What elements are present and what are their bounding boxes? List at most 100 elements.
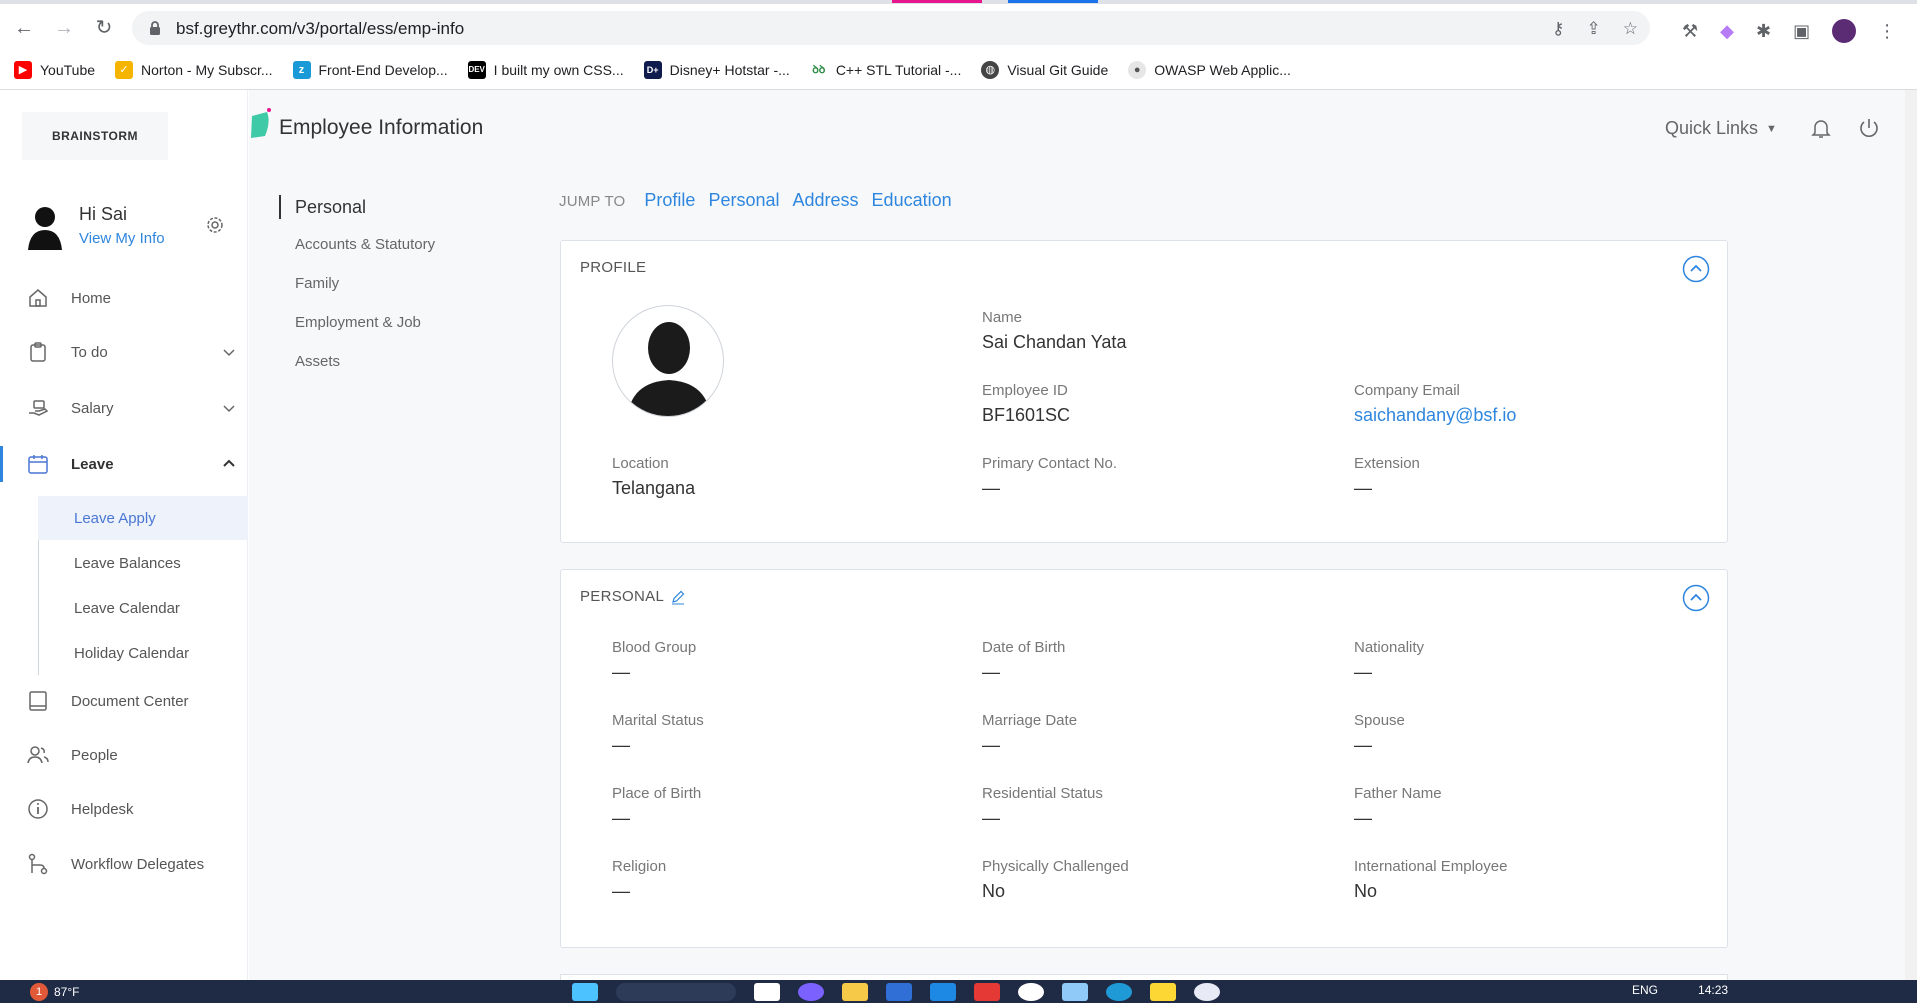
hotstar-icon: D+ [643,60,662,79]
user-silhouette-icon [627,322,711,416]
back-icon[interactable]: ← [12,16,36,40]
extension-color-icon[interactable]: ◆ [1720,21,1734,42]
taskbar-app-icon[interactable] [1194,983,1220,1001]
bell-icon[interactable] [1809,116,1833,140]
jump-link-personal[interactable]: Personal [708,190,779,211]
taskbar-app-icon[interactable] [886,983,912,1001]
sidebar-subitem-holiday-calendar[interactable]: Holiday Calendar [38,631,248,675]
menu-icon[interactable]: ⋮ [1878,21,1896,42]
quick-links-dropdown[interactable]: Quick Links ▼ [1665,118,1777,139]
field-nationality: Nationality — [1354,639,1425,682]
field-father-name: Father Name — [1354,785,1442,828]
book-icon [29,691,47,711]
lock-icon [150,21,160,35]
star-icon[interactable]: ☆ [1623,19,1638,39]
bookmark-gfg[interactable]: ꝺꝺ C++ STL Tutorial -... [809,60,961,79]
info-icon [28,799,48,819]
sidebar-item-leave[interactable]: Leave [0,442,248,486]
taskbar-app-icon[interactable] [930,983,956,1001]
globe-icon: ◍ [981,60,1000,79]
subnav-accounts-statutory[interactable]: Accounts & Statutory [279,236,479,253]
clock[interactable]: 14:23 [1698,983,1728,997]
browser-tab-indicator[interactable] [1008,0,1098,3]
people-icon [27,746,49,764]
reload-icon[interactable]: ↻ [92,16,116,40]
side-panel-icon[interactable]: ▣ [1793,21,1810,42]
field-location: Location Telangana [612,455,696,498]
jump-link-education[interactable]: Education [872,190,952,211]
jump-link-profile[interactable]: Profile [644,190,695,211]
edit-pencil-icon[interactable] [670,589,686,605]
github-icon: ● [1128,60,1147,79]
language-indicator[interactable]: ENG [1632,983,1658,997]
extension-tool-icon[interactable]: ⚒ [1682,21,1698,42]
sidebar-item-todo[interactable]: To do [0,330,248,374]
forward-icon[interactable]: → [52,16,76,40]
extensions-puzzle-icon[interactable]: ✱ [1756,21,1771,42]
sidebar-item-helpdesk[interactable]: Helpdesk [0,787,248,831]
sidebar-item-people[interactable]: People [0,733,248,777]
sidebar-subitem-leave-calendar[interactable]: Leave Calendar [38,586,248,630]
bookmark-youtube[interactable]: ▶ YouTube [14,60,95,79]
sidebar-subitem-leave-apply[interactable]: Leave Apply [38,496,248,540]
jump-link-address[interactable]: Address [793,190,859,211]
address-bar[interactable]: bsf.greythr.com/v3/portal/ess/emp-info ⚷… [132,11,1650,45]
sidebar-item-document-center[interactable]: Document Center [0,679,248,723]
profile-card-title: PROFILE [580,259,647,276]
field-marriage-date: Marriage Date — [982,712,1078,755]
taskbar-app-icon[interactable] [1062,983,1088,1001]
bookmark-hotstar[interactable]: D+ Disney+ Hotstar -... [643,60,790,79]
subnav-personal[interactable]: Personal [279,195,479,219]
taskbar-app-icon[interactable] [754,983,780,1001]
profile-photo[interactable] [612,305,724,417]
taskbar-search[interactable] [616,983,736,1001]
profile-avatar[interactable] [1832,19,1857,43]
bookmark-norton[interactable]: ✓ Norton - My Subscr... [115,60,273,79]
company-logo[interactable]: BRAINSTORM [22,112,168,160]
taskbar-app-icon[interactable] [1150,983,1176,1001]
key-icon[interactable]: ⚷ [1552,19,1564,39]
edge-icon[interactable] [1106,983,1132,1001]
youtube-icon: ▶ [14,60,32,79]
file-explorer-icon[interactable] [842,983,868,1001]
field-date-of-birth: Date of Birth — [982,639,1066,682]
bookmark-dev[interactable]: DEV I built my own CSS... [467,60,624,79]
view-my-info-link[interactable]: View My Info [79,230,165,247]
bookmark-git-guide[interactable]: ◍ Visual Git Guide [981,60,1108,79]
frontend-icon: z [292,60,311,79]
avatar [28,207,62,250]
subnav-assets[interactable]: Assets [279,353,479,370]
subnav-family[interactable]: Family [279,275,479,292]
sidebar-item-workflow-delegates[interactable]: Workflow Delegates [0,842,248,886]
subnav-employment-job[interactable]: Employment & Job [279,314,479,331]
share-icon[interactable]: ⇪ [1587,19,1601,39]
taskbar-app-icon[interactable] [798,983,824,1001]
bookmark-frontend[interactable]: z Front-End Develop... [292,60,448,79]
windows-start-icon[interactable] [572,983,598,1001]
collapse-icon[interactable] [1682,584,1710,612]
chevron-down-icon [223,349,235,357]
field-residential-status: Residential Status — [982,785,1103,828]
taskbar-apps [572,983,1220,1001]
user-block: Hi Sai View My Info [26,202,236,252]
taskbar-app-icon[interactable] [974,983,1000,1001]
collapse-icon[interactable] [1682,255,1710,283]
gear-icon[interactable] [204,214,226,236]
field-marital-status: Marital Status — [612,712,704,755]
sidebar-subitem-leave-balances[interactable]: Leave Balances [38,541,248,585]
sidebar: BRAINSTORM Hi Sai View My Info Home To d… [0,90,248,980]
home-icon [29,289,47,307]
main-content: Employee Information Quick Links ▼ Perso… [249,90,1905,984]
page-scrollbar[interactable] [1905,90,1917,980]
company-email-link[interactable]: saichandany@bsf.io [1354,405,1516,426]
sidebar-item-salary[interactable]: Salary [0,386,248,430]
sidebar-item-home[interactable]: Home [0,276,248,320]
system-tray: ENG 14:23 [1632,983,1728,997]
chevron-down-icon [223,405,235,413]
jump-to-label: JUMP TO [559,193,626,210]
bookmark-owasp[interactable]: ● OWASP Web Applic... [1128,60,1291,79]
browser-tab-indicator[interactable] [892,0,982,3]
power-icon[interactable] [1857,116,1881,140]
weather-widget[interactable]: 1 87°F [30,983,79,1001]
chrome-icon[interactable] [1018,983,1044,1001]
